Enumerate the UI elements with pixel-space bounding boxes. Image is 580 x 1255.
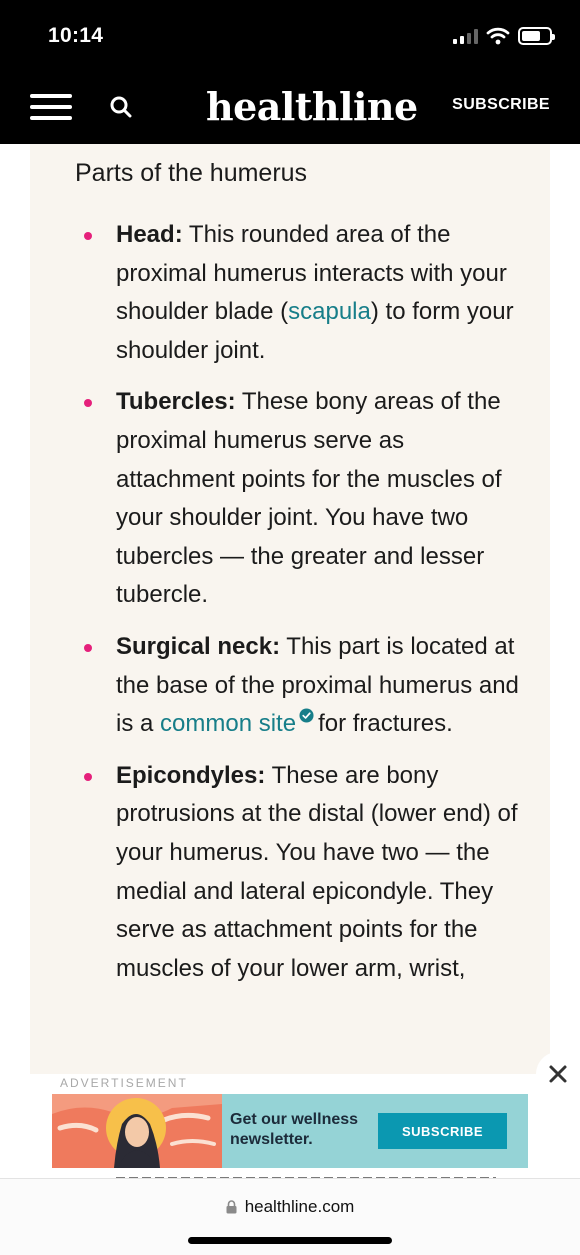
- url-text[interactable]: healthline.com: [245, 1197, 355, 1217]
- callout-title: Parts of the humerus: [75, 159, 308, 187]
- common-site-link[interactable]: common site: [160, 710, 296, 737]
- bullet-icon: [84, 232, 92, 240]
- item-text: for fractures.: [318, 710, 453, 738]
- parts-list: Head: This rounded area of the proximal …: [30, 216, 550, 1001]
- item-term: Epicondyles:: [116, 761, 266, 789]
- wifi-icon: [486, 27, 510, 45]
- home-indicator[interactable]: [188, 1237, 392, 1244]
- list-item-head: Head: This rounded area of the proximal …: [30, 216, 550, 370]
- status-time: 10:14: [48, 24, 104, 47]
- verified-icon[interactable]: [299, 708, 314, 723]
- bullet-icon: [84, 772, 92, 781]
- list-item-surgical-neck: Surgical neck: This part is located at t…: [30, 628, 550, 744]
- close-icon: [549, 1065, 567, 1083]
- lock-icon: [226, 1200, 237, 1214]
- header-subscribe-button[interactable]: SUBSCRIBE: [452, 96, 550, 114]
- ad-illustration: [52, 1094, 222, 1168]
- item-term: Surgical neck:: [116, 632, 281, 660]
- battery-icon: [518, 27, 555, 45]
- list-item-epicondyles: Epicondyles: These are bony protrusions …: [30, 757, 550, 989]
- article-callout: Parts of the humerus Head: This rounded …: [30, 144, 550, 1074]
- site-logo[interactable]: healthline: [206, 84, 418, 129]
- bullet-icon: [84, 643, 92, 652]
- status-icons: [453, 24, 555, 48]
- item-term: Head:: [116, 221, 183, 248]
- status-bar: 10:14: [0, 0, 580, 70]
- list-item-tubercles: Tubercles: These bony areas of the proxi…: [30, 383, 550, 615]
- ad-text: Get our wellness newsletter.: [230, 1111, 359, 1148]
- site-header: healthline SUBSCRIBE: [0, 70, 580, 144]
- ad-banner[interactable]: Get our wellness newsletter. SUBSCRIBE: [52, 1094, 528, 1168]
- close-ad-button[interactable]: [536, 1052, 580, 1096]
- item-text: These are bony protrusions at the distal…: [116, 761, 518, 982]
- search-icon[interactable]: [108, 94, 134, 120]
- ad-label: ADVERTISEMENT: [60, 1076, 188, 1090]
- bullet-icon: [84, 399, 92, 408]
- signal-icon: [453, 28, 478, 44]
- item-text: These bony areas of the proximal humerus…: [116, 388, 502, 609]
- browser-address-bar[interactable]: healthline.com: [0, 1178, 580, 1255]
- menu-icon[interactable]: [30, 94, 72, 120]
- item-term: Tubercles:: [116, 388, 236, 416]
- scapula-link[interactable]: scapula: [288, 298, 371, 325]
- ad-subscribe-button[interactable]: SUBSCRIBE: [378, 1113, 507, 1149]
